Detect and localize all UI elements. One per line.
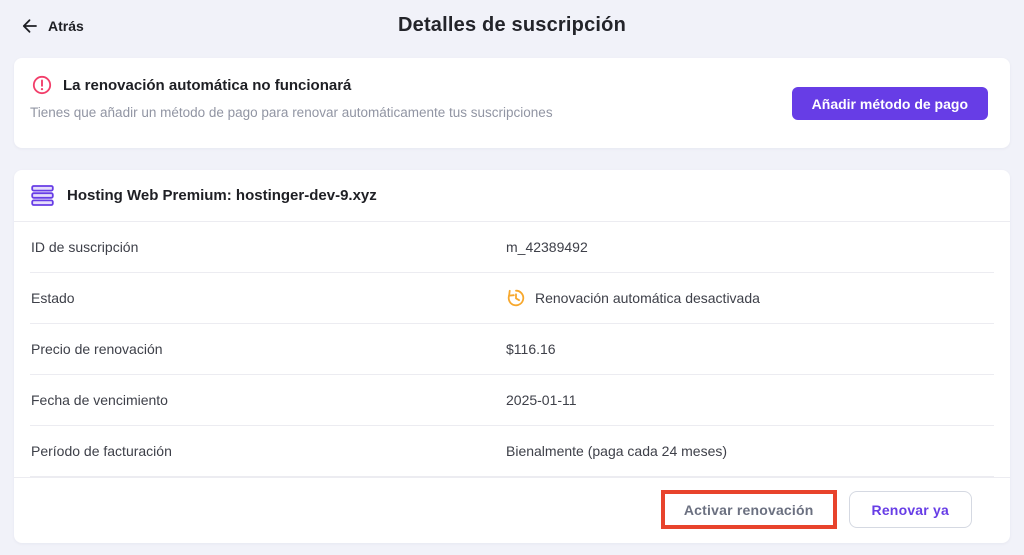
alert-circle-icon bbox=[32, 75, 52, 95]
page-title: Detalles de suscripción bbox=[397, 14, 627, 36]
table-row-subscription-id: ID de suscripción m_42389492 bbox=[30, 222, 994, 273]
table-row-status: Estado Renovación automática desactivada bbox=[30, 273, 994, 324]
history-clock-icon bbox=[506, 288, 526, 308]
server-stack-icon bbox=[31, 185, 54, 206]
table-row-expiration-date: Fecha de vencimiento 2025-01-11 bbox=[30, 375, 994, 426]
subscription-details-card: Hosting Web Premium: hostinger-dev-9.xyz… bbox=[14, 170, 1010, 543]
payment-warning-banner: La renovación automática no funcionará T… bbox=[14, 58, 1010, 148]
row-label: Período de facturación bbox=[31, 443, 172, 459]
add-payment-method-button[interactable]: Añadir método de pago bbox=[791, 87, 988, 120]
warning-title: La renovación automática no funcionará bbox=[63, 76, 352, 94]
row-label: Estado bbox=[31, 290, 75, 306]
row-label: ID de suscripción bbox=[31, 239, 139, 255]
row-label: Precio de renovación bbox=[31, 341, 163, 357]
status-value: Renovación automática desactivada bbox=[506, 288, 760, 308]
row-value: m_42389492 bbox=[506, 239, 588, 255]
subscription-title: Hosting Web Premium: hostinger-dev-9.xyz bbox=[67, 187, 377, 204]
back-button[interactable]: Atrás bbox=[20, 17, 84, 35]
subscription-card-header: Hosting Web Premium: hostinger-dev-9.xyz bbox=[14, 170, 1010, 222]
row-value: Bienalmente (paga cada 24 meses) bbox=[506, 443, 728, 459]
back-label: Atrás bbox=[48, 18, 84, 34]
row-value: 2025-01-11 bbox=[506, 392, 577, 408]
row-label: Fecha de vencimiento bbox=[31, 392, 168, 408]
renew-now-button[interactable]: Renovar ya bbox=[848, 491, 972, 528]
status-text: Renovación automática desactivada bbox=[535, 290, 760, 306]
row-value: $116.16 bbox=[506, 341, 556, 357]
red-highlight-annotation: Activar renovación bbox=[660, 490, 837, 529]
activate-renewal-button[interactable]: Activar renovación bbox=[664, 494, 833, 525]
table-row-billing-period: Período de facturación Bienalmente (paga… bbox=[30, 426, 994, 477]
subscription-card-footer: Activar renovación Renovar ya bbox=[14, 477, 1010, 541]
table-row-renewal-price: Precio de renovación $116.16 bbox=[30, 324, 994, 375]
page-header: Atrás Detalles de suscripción bbox=[0, 0, 1024, 56]
arrow-left-icon bbox=[20, 17, 38, 35]
